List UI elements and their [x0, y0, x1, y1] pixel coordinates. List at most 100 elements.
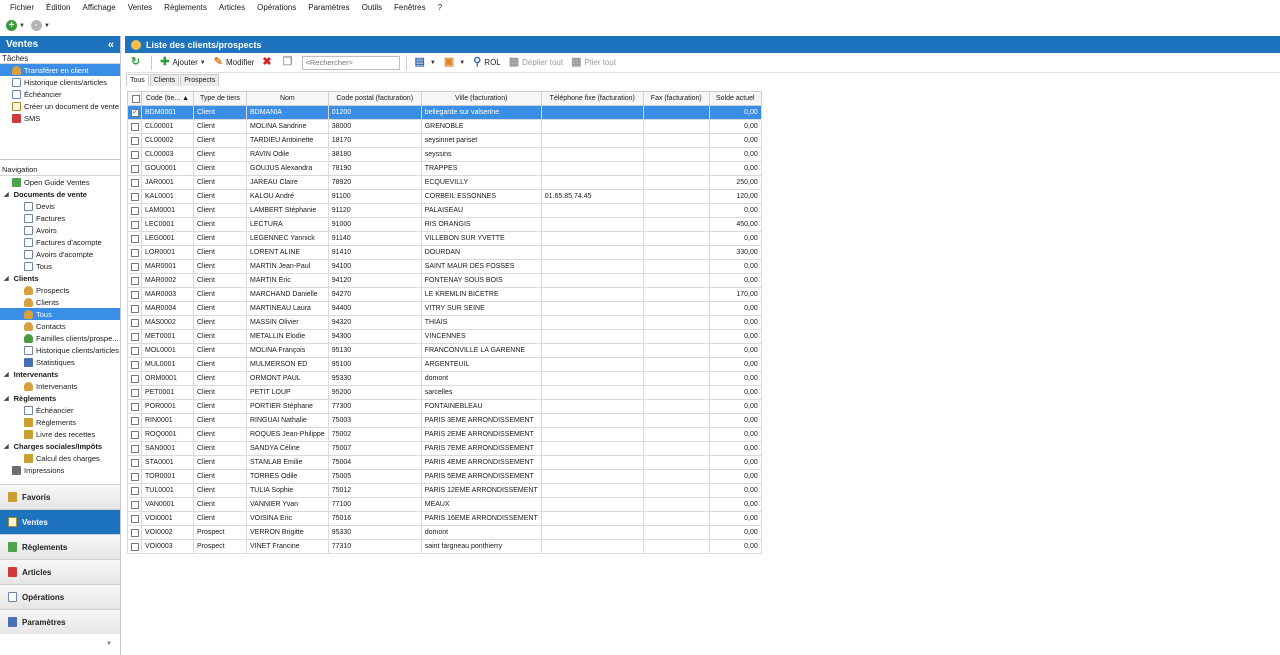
select-all-checkbox[interactable] — [132, 94, 140, 103]
row-checkbox[interactable] — [131, 486, 139, 495]
column-header-nom[interactable]: Nom — [246, 91, 329, 106]
table-row[interactable]: LOR0001 Client LORENT ALINE 91410 DOURDAN 330… — [127, 245, 762, 260]
nav-item-reglements[interactable]: ◢ Règlements — [0, 392, 120, 404]
refresh-button[interactable]: ↻ — [129, 55, 145, 71]
row-checkbox[interactable] — [131, 107, 139, 117]
column-header-ville-facturation[interactable]: Ville (facturation) — [420, 91, 542, 106]
tab-tous[interactable]: Tous — [126, 74, 149, 86]
table-row[interactable]: ROQ0001 Client ROQUES Jean-Philippe 75002 PA… — [127, 427, 762, 442]
column-header-code-postal-facturation[interactable]: Code postal (facturation) — [327, 91, 422, 106]
menu-help[interactable]: ? — [432, 0, 448, 16]
module-button-reglements[interactable]: Règlements — [0, 534, 120, 559]
expand-all-button[interactable]: ▦ Déplier tout — [507, 55, 565, 71]
row-checkbox[interactable] — [131, 304, 139, 313]
row-checkbox[interactable] — [131, 262, 139, 271]
row-checkbox[interactable] — [131, 220, 139, 229]
row-checkbox-cell[interactable] — [127, 231, 142, 246]
row-checkbox[interactable] — [131, 458, 139, 467]
row-checkbox-cell[interactable] — [127, 441, 142, 456]
row-checkbox[interactable] — [131, 150, 139, 159]
module-button-parametres[interactable]: Paramètres — [0, 609, 120, 634]
row-checkbox-cell[interactable] — [127, 469, 142, 484]
menu-ventes[interactable]: Ventes — [122, 0, 158, 16]
row-checkbox-cell[interactable] — [127, 511, 142, 526]
module-button-favoris[interactable]: Favoris — [0, 484, 120, 509]
row-checkbox[interactable] — [131, 136, 139, 145]
row-checkbox-cell[interactable] — [127, 357, 142, 372]
more-modules-chevron-icon[interactable]: ▼ — [0, 641, 120, 655]
row-checkbox[interactable] — [131, 542, 139, 551]
nav-item-impressions[interactable]: Impressions — [0, 464, 120, 476]
table-row[interactable]: MET0001 Client METALLIN Elodie 94300 VINCENN… — [127, 329, 762, 344]
row-checkbox[interactable] — [131, 164, 139, 173]
row-checkbox[interactable] — [131, 514, 139, 523]
table-row[interactable]: MAR0002 Client MARTIN Eric 94120 FONTENAY SO… — [127, 273, 762, 288]
table-row[interactable]: BDM0001ClientBDMANIA01200bellegarde sur … — [127, 105, 762, 120]
row-checkbox-cell[interactable] — [127, 315, 142, 330]
column-header-type-de-tiers[interactable]: Type de tiers — [193, 91, 247, 106]
nav-item-tous[interactable]: Tous — [0, 260, 120, 272]
print-button[interactable]: ▤ ▼ — [413, 55, 438, 71]
table-row[interactable]: LEG0001 Client LEGENNEC Yannick 91140 VILLEB… — [127, 231, 762, 246]
row-checkbox-cell[interactable] — [127, 371, 142, 386]
row-checkbox-cell[interactable] — [127, 343, 142, 358]
table-row[interactable]: MAR0003 Client MARCHAND Danielle 94270 LE KR… — [127, 287, 762, 302]
row-checkbox[interactable] — [131, 360, 139, 369]
row-checkbox-cell[interactable] — [127, 147, 142, 162]
row-checkbox-cell[interactable] — [127, 203, 142, 218]
table-row[interactable]: GOU0001 Client GOUJUS Alexandra 78190 TRAPPE… — [127, 161, 762, 176]
row-checkbox-cell[interactable] — [127, 259, 142, 274]
row-checkbox-cell[interactable] — [127, 483, 142, 498]
row-checkbox[interactable] — [131, 122, 139, 131]
module-button-articles[interactable]: Articles — [0, 559, 120, 584]
table-row[interactable]: CL00003 Client RAVIN Odile 38180 seyssins 0,0… — [127, 147, 762, 162]
nav-item-clients[interactable]: Clients — [0, 296, 120, 308]
row-checkbox[interactable] — [131, 206, 139, 215]
row-checkbox[interactable] — [131, 402, 139, 411]
nav-item-avoirs-d-acompte[interactable]: Avoirs d'acompte — [0, 248, 120, 260]
row-checkbox[interactable] — [131, 234, 139, 243]
row-checkbox-cell[interactable] — [127, 245, 142, 260]
row-checkbox[interactable] — [131, 388, 139, 397]
table-row[interactable]: CL00001 Client MOLINA Sandrine 38000 GRENOBL… — [127, 119, 762, 134]
expand-triangle-icon[interactable]: ◢ — [4, 191, 9, 198]
table-row[interactable]: STA0001 Client STANLAB Emilie 75004 PARIS 4E… — [127, 455, 762, 470]
table-row[interactable]: CL00002 Client TARDIEU Antoinette 18170 seys… — [127, 133, 762, 148]
row-checkbox-cell[interactable] — [127, 273, 142, 288]
row-checkbox[interactable] — [131, 248, 139, 257]
modify-button[interactable]: ✎ Modifier — [212, 55, 257, 71]
table-row[interactable]: PET0001 Client PETIT LOUP 95200 sarcelles 0,0… — [127, 385, 762, 400]
table-row[interactable]: KAL0001 Client KALOU André 91100 CORBEIL ESS… — [127, 189, 762, 204]
task-echeancier[interactable]: Échéancier — [0, 88, 120, 100]
module-button-operations[interactable]: Opérations — [0, 584, 120, 609]
table-row[interactable]: VOI0003 Prospect VINET Francine 77310 saint … — [127, 539, 762, 554]
table-row[interactable]: LAM0001 Client LAMBERT Stéphanie 91120 PALAI… — [127, 203, 762, 218]
row-checkbox-cell[interactable] — [127, 385, 142, 400]
table-row[interactable]: POR0001 Client PORTIER Stéphane 77300 FONTAI… — [127, 399, 762, 414]
expand-triangle-icon[interactable]: ◢ — [4, 443, 9, 450]
row-checkbox-cell[interactable] — [127, 161, 142, 176]
row-checkbox[interactable] — [131, 318, 139, 327]
row-checkbox-cell[interactable] — [127, 287, 142, 302]
menu-articles[interactable]: Articles — [213, 0, 251, 16]
rol-button[interactable]: ⚲ ROL — [471, 55, 503, 71]
new-button[interactable]: + ▼ — [4, 18, 27, 34]
task-historique-clients-articles[interactable]: Historique clients/articles — [0, 76, 120, 88]
row-checkbox-cell[interactable] — [127, 497, 142, 512]
expand-triangle-icon[interactable]: ◢ — [4, 395, 9, 402]
row-checkbox-cell[interactable] — [127, 427, 142, 442]
nav-item-intervenants[interactable]: Intervenants — [0, 380, 120, 392]
table-row[interactable]: VOI0001 Client VOISINA Eric 75016 PARIS 16EM… — [127, 511, 762, 526]
row-checkbox-cell[interactable] — [127, 329, 142, 344]
table-row[interactable]: LEC0001 Client LECTURA 91000 RIS ORANGIS 450,… — [127, 217, 762, 232]
table-row[interactable]: VAN0001 Client VANNIER Yvan 77100 MEAUX 0,00 — [127, 497, 762, 512]
add-button[interactable]: ✚ Ajouter ▼ — [158, 55, 208, 71]
row-checkbox-cell[interactable] — [127, 217, 142, 232]
select-all-cell[interactable] — [127, 91, 142, 106]
row-checkbox[interactable] — [131, 276, 139, 285]
row-checkbox[interactable] — [131, 444, 139, 453]
row-checkbox[interactable] — [131, 290, 139, 299]
row-checkbox[interactable] — [131, 192, 139, 201]
column-header-telephone-fixe-facturation[interactable]: Téléphone fixe (facturation) — [540, 91, 644, 106]
row-checkbox-cell[interactable] — [127, 301, 142, 316]
